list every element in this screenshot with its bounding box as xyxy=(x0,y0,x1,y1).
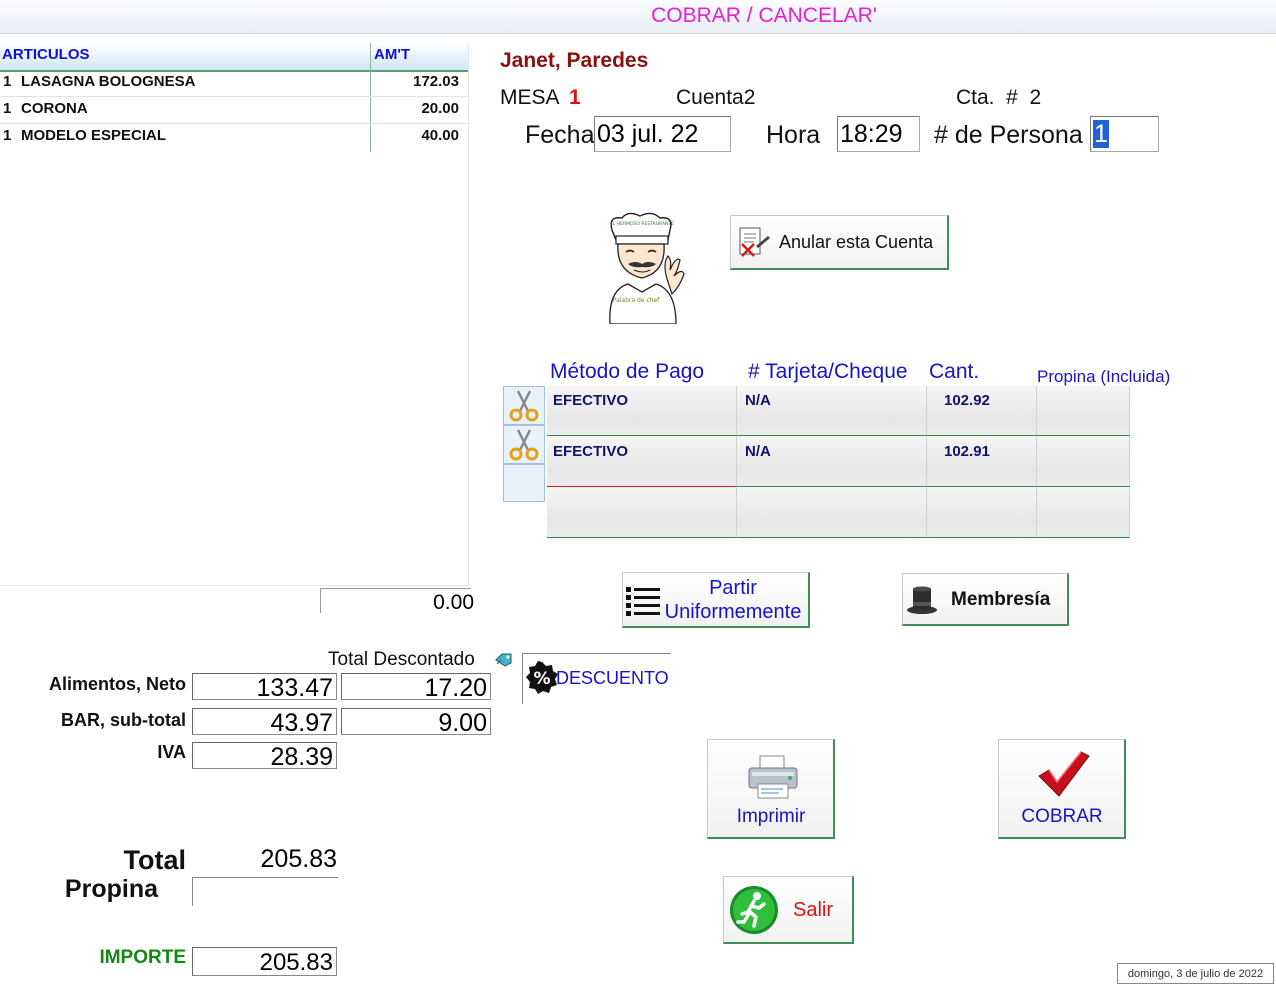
discount-tag-icon xyxy=(494,650,514,673)
total-value: 205.83 xyxy=(260,845,337,873)
payment-method-value: EFECTIVO xyxy=(553,392,629,409)
checkmark-icon xyxy=(1035,750,1091,805)
alimentos-discount: 17.20 xyxy=(341,673,491,702)
items-subtotal-value: 0.00 xyxy=(433,591,474,614)
descuento-label: DESCUENTO xyxy=(556,668,669,688)
hora-label: Hora xyxy=(766,121,821,149)
importe-value: 205.83 xyxy=(192,947,337,976)
mesa-number: 1 xyxy=(569,86,581,109)
items-subtotal: 0.00 xyxy=(320,588,474,614)
split-payment-button[interactable] xyxy=(503,386,545,425)
payment-amount-value: 102.91 xyxy=(944,443,990,460)
payment-tip-cell[interactable] xyxy=(1037,436,1130,487)
item-row[interactable]: 1 MODELO ESPECIAL 40.00 xyxy=(0,124,468,150)
item-desc: CORONA xyxy=(21,100,88,117)
salir-label: Salir xyxy=(793,899,834,921)
imprimir-label: Imprimir xyxy=(736,806,806,827)
item-amount: 20.00 xyxy=(421,100,459,117)
bar-discount: 9.00 xyxy=(341,708,491,737)
cobrar-button[interactable]: COBRAR xyxy=(998,739,1126,839)
fecha-label: Fecha xyxy=(525,121,595,149)
item-qty: 1 xyxy=(3,127,12,144)
mesa-label: MESA xyxy=(500,86,560,109)
payment-card-cell[interactable]: N/A xyxy=(737,386,927,436)
imprimir-button[interactable]: Imprimir xyxy=(707,739,835,839)
payment-amount-value: 102.92 xyxy=(944,392,990,409)
propina-label: Propina xyxy=(64,875,158,903)
payment-card-cell[interactable]: N/A xyxy=(737,436,927,487)
payment-tip-cell[interactable] xyxy=(1037,487,1130,538)
partir-label-1: Partir xyxy=(709,577,757,599)
payment-method-cell[interactable]: EFECTIVO xyxy=(547,436,737,487)
alimentos-value: 133.47 xyxy=(192,673,337,702)
item-row[interactable]: 1 CORONA 20.00 xyxy=(0,97,468,124)
list-icon xyxy=(625,583,661,624)
descuento-button[interactable]: % DESCUENTO xyxy=(522,653,671,704)
card-number-header: # Tarjeta/Cheque xyxy=(748,360,908,383)
item-qty: 1 xyxy=(3,73,12,90)
split-payment-button[interactable] xyxy=(503,425,545,464)
status-date: domingo, 3 de julio de 2022 xyxy=(1117,963,1274,984)
chef-caption: Palabra de chef xyxy=(613,297,660,304)
tip-header: Propina (Incluida) xyxy=(1037,367,1171,386)
exit-runner-icon xyxy=(728,884,780,941)
personas-field[interactable]: 1 xyxy=(1090,116,1159,152)
chef-hat-text: EL HERMOSO RESTAURANTE xyxy=(610,221,674,227)
item-qty: 1 xyxy=(3,100,12,117)
payment-method-cell[interactable] xyxy=(547,487,737,538)
propina-field[interactable] xyxy=(192,877,338,906)
chef-logo-icon: EL HERMOSO RESTAURANTE Palabra de chef xyxy=(598,212,694,325)
hora-field[interactable]: 18:29 xyxy=(837,116,920,152)
percent-badge-icon: % xyxy=(525,660,559,701)
iva-label: IVA xyxy=(157,742,186,762)
total-label: Total xyxy=(123,845,187,875)
personas-value: 1 xyxy=(1093,120,1109,148)
payment-card-cell[interactable] xyxy=(737,487,927,538)
amount-header: Cant. xyxy=(929,360,980,383)
cta-number: Cta. # 2 xyxy=(956,86,1042,109)
bar-label: BAR, sub-total xyxy=(61,710,186,730)
importe-label: IMPORTE xyxy=(99,947,186,968)
membresia-button[interactable]: Membresía xyxy=(902,573,1069,626)
anular-label: Anular esta Cuenta xyxy=(779,232,934,252)
salir-button[interactable]: Salir xyxy=(723,876,854,944)
scissors-icon xyxy=(509,429,539,461)
payment-card-value: N/A xyxy=(745,392,771,409)
cancel-document-icon xyxy=(736,224,772,265)
window-title: COBRAR / CANCELAR' xyxy=(651,4,877,27)
header-amount[interactable]: AM'T xyxy=(374,46,410,63)
payment-amount-cell[interactable]: 102.92 xyxy=(927,386,1037,436)
membresia-label: Membresía xyxy=(951,589,1051,610)
top-hat-icon xyxy=(905,584,939,621)
item-amount: 40.00 xyxy=(421,127,459,144)
personas-label: # de Persona xyxy=(934,121,1083,149)
payment-method-value: EFECTIVO xyxy=(553,443,629,460)
payment-tip-cell[interactable] xyxy=(1037,386,1130,436)
item-amount: 172.03 xyxy=(413,73,459,90)
payment-method-header: Método de Pago xyxy=(550,360,705,383)
cuenta-label: Cuenta2 xyxy=(676,86,756,109)
customer-name: Janet, Paredes xyxy=(500,49,649,72)
header-articles[interactable]: ARTICULOS xyxy=(2,46,90,63)
total-descontado-label: Total Descontado xyxy=(328,649,475,670)
anular-cuenta-button[interactable]: Anular esta Cuenta xyxy=(730,215,949,270)
cobrar-label: COBRAR xyxy=(1021,806,1103,827)
item-desc: MODELO ESPECIAL xyxy=(21,127,167,144)
payment-card-value: N/A xyxy=(745,443,771,460)
payment-amount-cell[interactable]: 102.91 xyxy=(927,436,1037,487)
fecha-field[interactable]: 03 jul. 22 xyxy=(594,116,731,152)
alimentos-label: Alimentos, Neto xyxy=(48,674,186,694)
scissors-icon xyxy=(509,390,539,422)
svg-text:%: % xyxy=(533,669,550,689)
partir-uniformemente-button[interactable]: Partir Uniformemente xyxy=(622,572,810,628)
item-row[interactable]: 1 LASAGNA BOLOGNESA 172.03 xyxy=(0,70,468,97)
split-payment-empty[interactable] xyxy=(503,464,545,502)
printer-icon xyxy=(746,754,800,805)
payment-method-cell[interactable]: EFECTIVO xyxy=(547,386,737,436)
partir-label-2: Uniformemente xyxy=(664,601,802,623)
payment-amount-cell[interactable] xyxy=(927,487,1037,538)
iva-value: 28.39 xyxy=(192,742,337,771)
item-desc: LASAGNA BOLOGNESA xyxy=(21,73,196,90)
bar-value: 43.97 xyxy=(192,708,337,737)
